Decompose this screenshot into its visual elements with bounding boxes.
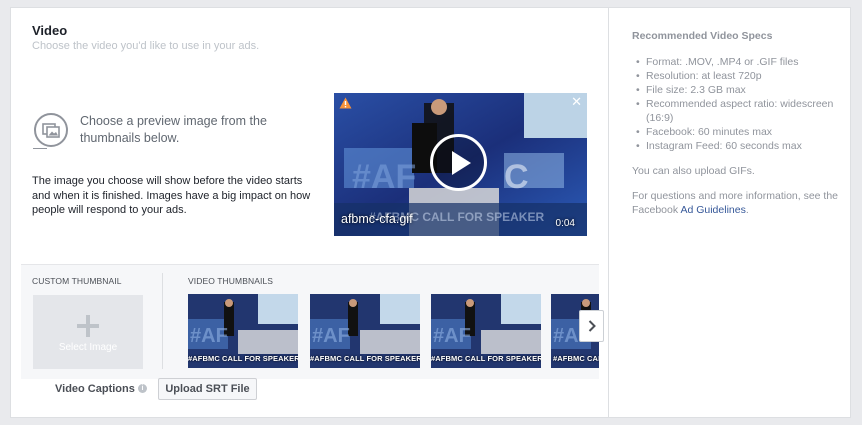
specs-title: Recommended Video Specs: [632, 30, 773, 42]
video-thumbnail-2[interactable]: #AF #AFBMC CALL FOR SPEAKER: [310, 294, 420, 368]
video-preview-player[interactable]: #AF C #AFBMC CALL FOR SPEAKER ✕ afbmc-cf…: [334, 93, 587, 236]
spec-item: Instagram Feed: 60 seconds max: [636, 139, 836, 153]
video-thumbnail-1[interactable]: #AF #AFBMC CALL FOR SPEAKER: [188, 294, 298, 368]
more-info-text: For questions and more information, see …: [632, 189, 842, 217]
close-icon[interactable]: ✕: [571, 94, 582, 110]
video-thumbnails-label: VIDEO THUMBNAILS: [188, 276, 274, 286]
ad-guidelines-link[interactable]: Ad Guidelines: [680, 204, 745, 216]
play-button[interactable]: [430, 134, 487, 191]
panel-divider: [608, 8, 609, 417]
thumbnail-divider: [162, 273, 163, 369]
upload-gif-note: You can also upload GIFs.: [632, 165, 755, 177]
spec-item: Facebook: 60 minutes max: [636, 125, 836, 139]
thumbnail-caption: #AFBMC CALL FOR SPEAKER: [431, 354, 541, 363]
select-image-label: Select Image: [58, 342, 118, 353]
section-title: Video: [32, 23, 68, 38]
spec-item: Recommended aspect ratio: widescreen (16…: [636, 97, 836, 125]
video-duration: 0:04: [555, 218, 575, 229]
plus-icon: [77, 315, 99, 337]
preview-prompt: Choose a preview image from the thumbnai…: [80, 114, 267, 145]
svg-text:#AF: #AF: [312, 325, 350, 347]
select-image-button[interactable]: Select Image: [33, 295, 143, 369]
thumbnail-caption: #AFBMC CALL FOR SPEAKER: [553, 354, 599, 363]
video-captions-label: Video Captions: [55, 383, 135, 395]
spec-item: Format: .MOV, .MP4 or .GIF files: [636, 55, 836, 69]
spec-item: Resolution: at least 720p: [636, 69, 836, 83]
preview-description: The image you choose will show before th…: [32, 175, 311, 216]
icon-underline: [33, 148, 47, 149]
svg-text:#AF: #AF: [433, 325, 471, 347]
specs-list: Format: .MOV, .MP4 or .GIF files Resolut…: [636, 55, 836, 153]
video-filename: afbmc-cfa.gif: [341, 212, 413, 226]
spec-item: File size: 2.3 GB max: [636, 83, 836, 97]
warning-icon: [339, 97, 352, 109]
thumbnail-picker: CUSTOM THUMBNAIL VIDEO THUMBNAILS Select…: [21, 264, 604, 379]
thumbnail-caption: #AFBMC CALL FOR SPEAKER: [310, 354, 420, 363]
svg-text:#AF: #AF: [352, 158, 416, 196]
section-subtitle: Choose the video you'd like to use in yo…: [32, 40, 260, 52]
video-settings-panel: Video Choose the video you'd like to use…: [10, 7, 851, 418]
thumbnail-caption: #AFBMC CALL FOR SPEAKER: [188, 354, 298, 363]
upload-srt-button[interactable]: Upload SRT File: [158, 378, 257, 400]
more-info-suffix: .: [745, 204, 749, 216]
play-icon: [452, 151, 471, 175]
video-thumbnail-3[interactable]: #AF #AFBMC CALL FOR SPEAKER: [431, 294, 541, 368]
custom-thumbnail-label: CUSTOM THUMBNAIL: [32, 276, 122, 286]
next-thumbnails-button[interactable]: [579, 310, 604, 342]
preview-image-icon: [34, 113, 68, 147]
svg-text:C: C: [504, 158, 529, 196]
chevron-right-icon: [588, 320, 596, 332]
svg-text:#AF: #AF: [190, 325, 228, 347]
info-icon[interactable]: i: [138, 384, 147, 393]
